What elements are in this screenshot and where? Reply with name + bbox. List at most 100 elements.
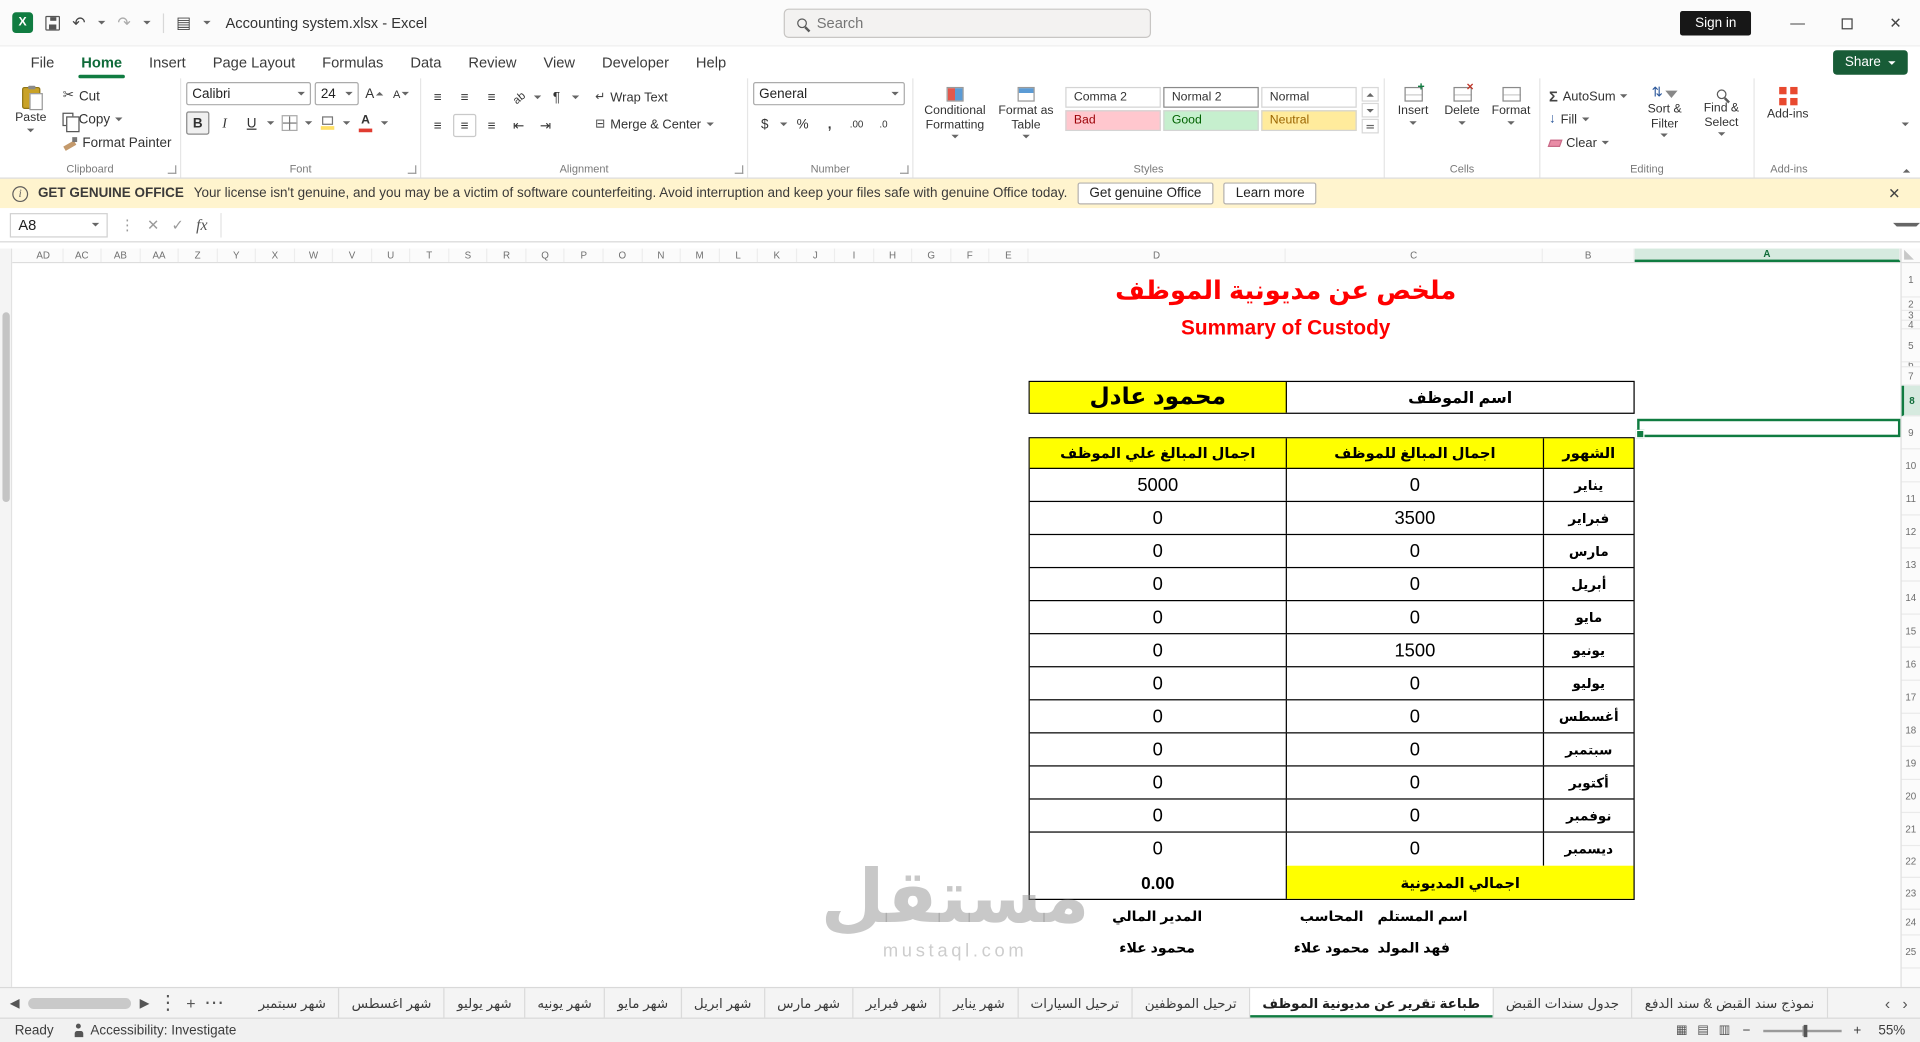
page-break-view-icon[interactable]: ▥: [1719, 1024, 1731, 1037]
borders-button[interactable]: [278, 111, 301, 134]
amount-for-cell[interactable]: 3500: [1287, 502, 1545, 534]
row-header[interactable]: 1: [1901, 263, 1920, 298]
amount-for-cell[interactable]: 0: [1287, 667, 1545, 700]
column-header[interactable]: F: [951, 248, 990, 263]
sort-filter-button[interactable]: ⇅ Sort & Filter: [1637, 82, 1691, 138]
employee-name-cell[interactable]: محمود عادل: [1029, 382, 1287, 413]
column-header[interactable]: H: [874, 248, 913, 263]
header-amounts-for-employee[interactable]: اجمال المبالغ للموظف: [1287, 438, 1545, 468]
row-header[interactable]: 13: [1901, 549, 1920, 582]
cell-style-chip[interactable]: Neutral: [1261, 110, 1357, 132]
row-header[interactable]: 14: [1901, 582, 1920, 615]
learn-more-button[interactable]: Learn more: [1223, 182, 1317, 205]
paragraph-direction-icon[interactable]: ¶: [545, 86, 568, 109]
month-cell[interactable]: سبتمبر: [1544, 733, 1633, 765]
cut-button[interactable]: ✂ Cut: [59, 84, 175, 107]
amount-on-cell[interactable]: 0: [1030, 502, 1287, 534]
column-header[interactable]: S: [449, 248, 488, 263]
more-options-icon[interactable]: ⋮: [120, 216, 135, 233]
amount-on-cell[interactable]: 0: [1030, 535, 1287, 567]
italic-button[interactable]: I: [213, 111, 236, 134]
month-cell[interactable]: مايو: [1544, 601, 1633, 633]
column-header[interactable]: G: [913, 248, 952, 263]
name-box[interactable]: A8: [9, 212, 108, 237]
column-header[interactable]: K: [758, 248, 797, 263]
ribbon-tab[interactable]: Developer: [589, 47, 683, 79]
month-cell[interactable]: أكتوبر: [1544, 767, 1633, 799]
insert-function-icon[interactable]: fx: [196, 215, 207, 235]
column-header[interactable]: V: [333, 248, 372, 263]
amount-on-cell[interactable]: 5000: [1030, 468, 1287, 501]
ribbon-tab[interactable]: Review: [455, 47, 530, 79]
row-header[interactable]: 22: [1901, 846, 1920, 878]
row-header[interactable]: 12: [1901, 516, 1920, 549]
amount-for-cell[interactable]: 0: [1287, 766, 1545, 799]
chevron-down-icon[interactable]: [342, 121, 351, 125]
amount-on-cell[interactable]: 0: [1030, 766, 1287, 799]
column-header[interactable]: I: [835, 248, 874, 263]
column-header[interactable]: U: [372, 248, 411, 263]
zoom-slider[interactable]: [1762, 1024, 1842, 1037]
column-header[interactable]: P: [565, 248, 604, 263]
zoom-in-icon[interactable]: +: [1853, 1023, 1861, 1038]
font-size-select[interactable]: 24: [314, 82, 359, 106]
amount-for-cell[interactable]: 1500: [1287, 634, 1545, 667]
shrink-font-button[interactable]: A: [389, 82, 412, 105]
row-header[interactable]: 21: [1901, 813, 1920, 847]
accessibility-status[interactable]: Accessibility: Investigate: [73, 1023, 236, 1038]
number-dialog-launcher-icon[interactable]: [900, 165, 909, 174]
gallery-up-button[interactable]: [1361, 86, 1379, 102]
comma-style-button[interactable]: ,: [818, 113, 841, 136]
employee-name-label-cell[interactable]: اسم الموظف: [1287, 382, 1634, 413]
font-color-button[interactable]: A: [354, 111, 377, 134]
expand-formula-bar-icon[interactable]: [1893, 222, 1920, 227]
month-cell[interactable]: يوليو: [1544, 667, 1633, 699]
scroll-left-icon[interactable]: ◂: [10, 991, 20, 1015]
format-cells-button[interactable]: Format: [1488, 82, 1535, 125]
save-icon[interactable]: [45, 15, 60, 30]
sheet-tab[interactable]: شهر يوليو: [445, 988, 526, 1018]
amount-on-cell[interactable]: 0: [1030, 634, 1287, 667]
clear-button[interactable]: Clear: [1545, 131, 1635, 154]
amount-for-cell[interactable]: 0: [1287, 733, 1545, 766]
column-header[interactable]: M: [681, 248, 720, 263]
copy-button[interactable]: Copy: [59, 108, 175, 133]
sign-in-button[interactable]: Sign in: [1680, 11, 1752, 36]
ribbon-tab[interactable]: View: [530, 47, 589, 79]
column-header[interactable]: J: [797, 248, 836, 263]
row-header[interactable]: 8: [1901, 385, 1920, 417]
chevron-down-icon[interactable]: [266, 121, 275, 125]
row-header[interactable]: 23: [1901, 878, 1920, 910]
column-header[interactable]: E: [990, 248, 1029, 263]
decrease-indent-icon[interactable]: ⇤: [507, 114, 530, 137]
get-genuine-office-button[interactable]: Get genuine Office: [1077, 182, 1214, 205]
month-cell[interactable]: أبريل: [1544, 568, 1633, 600]
amount-on-cell[interactable]: 0: [1030, 700, 1287, 733]
column-header[interactable]: AA: [140, 248, 179, 263]
autosum-button[interactable]: Σ AutoSum: [1545, 84, 1635, 107]
month-cell[interactable]: يناير: [1544, 469, 1633, 501]
font-name-select[interactable]: Calibri: [186, 82, 312, 106]
amount-for-cell[interactable]: 0: [1287, 799, 1545, 832]
sheet-tab[interactable]: شهر سبتمبر: [246, 988, 340, 1018]
zoom-slider-thumb[interactable]: [1803, 1024, 1807, 1037]
middle-align-button[interactable]: ≡: [453, 86, 476, 109]
new-sheet-button[interactable]: +: [186, 994, 195, 1012]
previous-sheet-icon[interactable]: ‹: [1885, 994, 1890, 1012]
cell-style-chip[interactable]: Normal: [1261, 86, 1357, 108]
row-header[interactable]: 19: [1901, 747, 1920, 780]
sheet-tab[interactable]: جدول سندات القبض: [1494, 988, 1633, 1018]
amount-for-cell[interactable]: 0: [1287, 700, 1545, 733]
amount-on-cell[interactable]: 0: [1030, 799, 1287, 832]
vertical-scrollbar-thumb[interactable]: [2, 312, 10, 503]
format-painter-button[interactable]: Format Painter: [59, 131, 175, 154]
selected-cell-outline[interactable]: [1635, 418, 1901, 439]
minimize-button[interactable]: —: [1773, 0, 1822, 47]
row-header[interactable]: 10: [1901, 449, 1920, 483]
ribbon-tab[interactable]: Page Layout: [199, 47, 308, 79]
vertical-scrollbar[interactable]: [0, 248, 13, 987]
orientation-icon[interactable]: ab: [502, 81, 535, 114]
amount-for-cell[interactable]: 0: [1287, 601, 1545, 634]
month-cell[interactable]: ديسمبر: [1544, 833, 1633, 866]
sheet-tab[interactable]: شهر مايو: [605, 988, 682, 1018]
